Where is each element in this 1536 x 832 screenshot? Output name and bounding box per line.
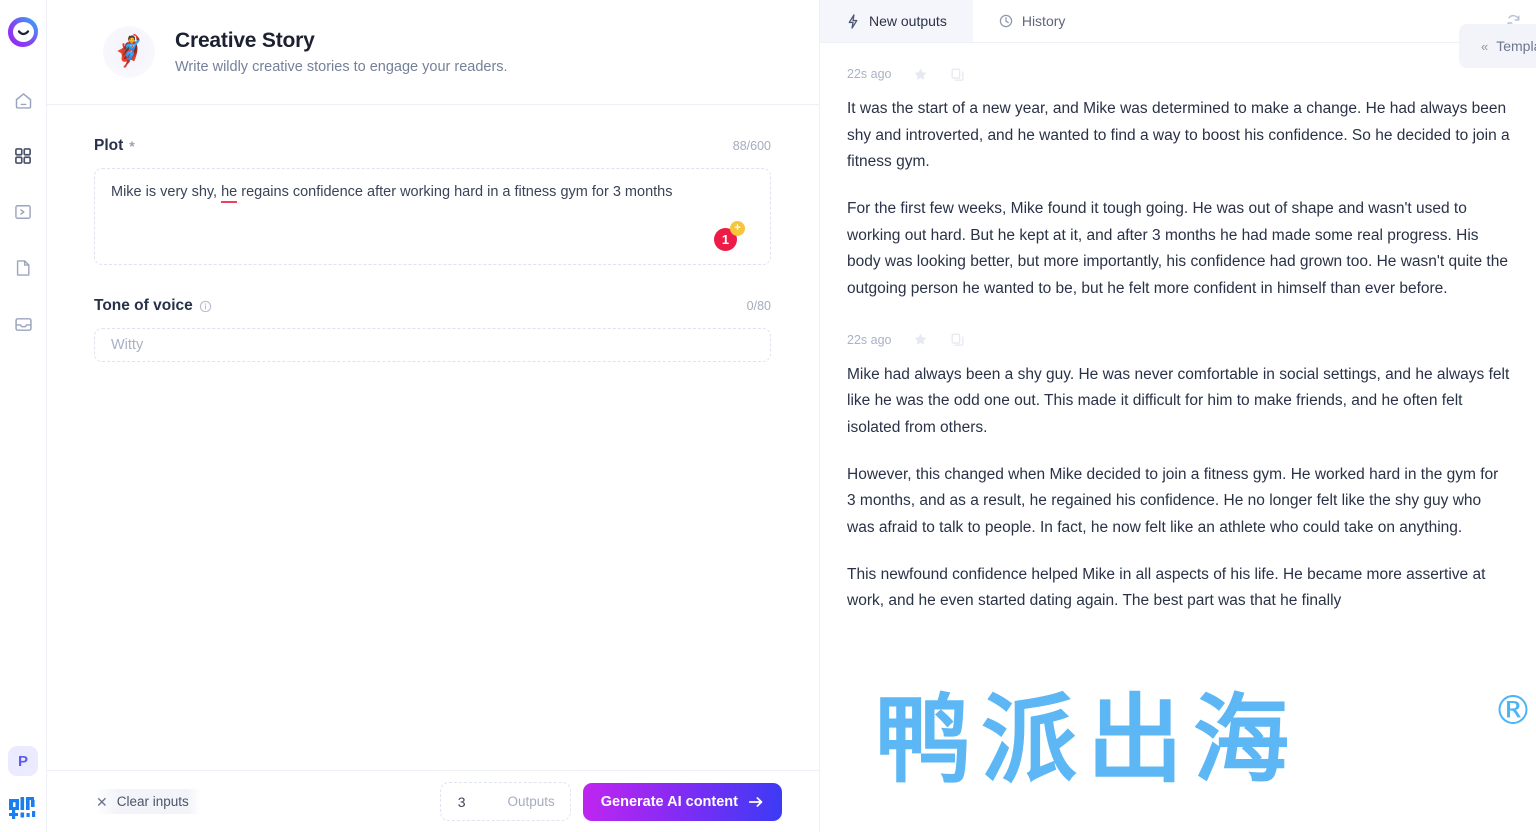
clear-inputs-label: Clear inputs — [116, 794, 189, 809]
tone-label-row: Tone of voice 0/80 — [94, 295, 771, 317]
plot-label-group: Plot * — [94, 137, 135, 155]
clear-inputs-button[interactable]: ✕ Clear inputs — [94, 789, 201, 814]
tab-new-outputs[interactable]: New outputs — [820, 0, 973, 42]
app-logo[interactable] — [3, 10, 43, 54]
chevron-double-left-icon: « — [1481, 38, 1488, 54]
info-circle-glyph — [199, 300, 211, 312]
tab-history[interactable]: History — [973, 0, 1092, 42]
plot-label: Plot — [94, 137, 124, 154]
brand-logo[interactable] — [8, 796, 38, 822]
output-meta: 22s ago — [847, 65, 1510, 83]
output-timestamp: 22s ago — [847, 67, 892, 81]
generate-ai-content-button[interactable]: Generate AI content — [582, 782, 782, 821]
output-paragraph: This newfound confidence helped Mike in … — [847, 565, 1486, 610]
templates-label: Templates — [1496, 38, 1536, 54]
home-icon — [15, 92, 31, 109]
tone-placeholder: Witty — [111, 337, 144, 353]
app-root: P 🦸 Creative Story Write wildly creative… — [0, 0, 1536, 832]
app-header: 🦸 Creative Story Write wildly creative s… — [47, 0, 819, 105]
copy-glyph — [951, 333, 964, 346]
star-glyph — [915, 68, 927, 80]
plot-required-mark: * — [129, 138, 135, 154]
field-tone: Tone of voice 0/80 Witty — [94, 295, 771, 362]
star-icon[interactable] — [913, 67, 928, 82]
blue-cjk-logo-icon — [9, 797, 36, 819]
output-paragraph: However, this changed when Mike decided … — [847, 465, 1499, 536]
inbox-icon — [14, 317, 32, 331]
results-pane: New outputs History 22s ago It was the s… — [820, 0, 1536, 832]
close-x-icon: ✕ — [96, 793, 108, 810]
tab-history-label: History — [1021, 13, 1066, 29]
outputs-stepper[interactable]: 3 Outputs — [439, 782, 571, 821]
output-paragraph: It was the start of a new year, and Mike… — [847, 100, 1510, 171]
action-bar-right: 3 Outputs Generate AI content — [439, 782, 819, 821]
left-sidebar: P — [0, 0, 47, 832]
output-timestamp: 22s ago — [847, 332, 892, 347]
tab-new-outputs-label: New outputs — [869, 13, 947, 29]
smiley-blob-logo-icon — [8, 17, 38, 47]
sidebar-item-apps[interactable] — [11, 144, 35, 168]
tone-input[interactable]: Witty — [94, 328, 771, 362]
plot-badge-group[interactable]: 1 + — [714, 221, 748, 251]
plot-value-before: Mike is very shy, — [111, 184, 222, 200]
output-item: 22s ago Mike had always been a shy guy. … — [820, 303, 1526, 615]
sidebar-footer: P — [0, 746, 46, 822]
grid-apps-icon — [15, 148, 31, 164]
copy-icon[interactable] — [950, 67, 965, 82]
plot-label-row: Plot * 88/600 — [94, 135, 771, 157]
page-subtitle: Write wildly creative stories to engage … — [175, 59, 508, 75]
copy-glyph — [951, 67, 964, 81]
document-icon — [16, 260, 30, 276]
tone-char-counter: 0/80 — [746, 299, 771, 313]
star-glyph — [915, 333, 927, 345]
plot-input[interactable]: Mike is very shy, he regains confidence … — [94, 168, 771, 265]
sidebar-nav — [0, 88, 46, 336]
terminal-icon — [15, 205, 31, 219]
sidebar-item-inbox[interactable] — [11, 312, 35, 336]
lightning-icon — [848, 13, 858, 29]
add-badge-icon[interactable]: + — [730, 221, 745, 236]
plot-spellcheck-word: he — [221, 184, 238, 203]
plot-char-counter: 88/600 — [732, 139, 771, 153]
outputs-list[interactable]: 22s ago It was the start of a new year, … — [820, 43, 1536, 832]
tone-label-group: Tone of voice — [94, 297, 212, 315]
sidebar-item-home[interactable] — [11, 88, 35, 112]
output-body: Mike had always been a shy guy. He was n… — [847, 362, 1510, 615]
field-plot: Plot * 88/600 Mike is very shy, he regai… — [94, 135, 771, 265]
outputs-label: Outputs — [507, 794, 555, 809]
info-circle-icon[interactable] — [199, 300, 212, 313]
output-paragraph: Mike had always been a shy guy. He was n… — [847, 365, 1510, 436]
editor-pane: 🦸 Creative Story Write wildly creative s… — [47, 0, 1536, 832]
clock-icon — [999, 14, 1013, 28]
form-body: Plot * 88/600 Mike is very shy, he regai… — [47, 105, 819, 770]
copy-icon[interactable] — [950, 332, 965, 347]
plot-value-after: regains confidence after working hard in… — [237, 184, 673, 200]
results-tabs: New outputs History — [820, 0, 1536, 43]
template-emoji: 🦸 — [103, 26, 155, 78]
output-item: 22s ago It was the start of a new year, … — [820, 43, 1526, 303]
arrow-right-icon — [748, 796, 763, 807]
header-text-group: Creative Story Write wildly creative sto… — [175, 29, 508, 75]
plot-value: Mike is very shy, he regains confidence … — [111, 182, 754, 204]
sidebar-item-documents[interactable] — [11, 256, 35, 280]
output-paragraph: For the first few weeks, Mike found it t… — [847, 199, 1508, 297]
action-bar: ✕ Clear inputs 3 Outputs Generate AI con… — [47, 770, 819, 832]
tone-label: Tone of voice — [94, 297, 193, 314]
templates-toggle-button[interactable]: « Templates — [1459, 24, 1536, 68]
page-title: Creative Story — [175, 29, 315, 52]
generate-label: Generate AI content — [600, 793, 738, 810]
avatar[interactable]: P — [8, 746, 38, 776]
sidebar-item-terminal[interactable] — [11, 200, 35, 224]
output-meta: 22s ago — [847, 331, 1510, 349]
outputs-count-value: 3 — [457, 793, 466, 810]
star-icon[interactable] — [913, 332, 928, 347]
output-body: It was the start of a new year, and Mike… — [847, 96, 1510, 303]
